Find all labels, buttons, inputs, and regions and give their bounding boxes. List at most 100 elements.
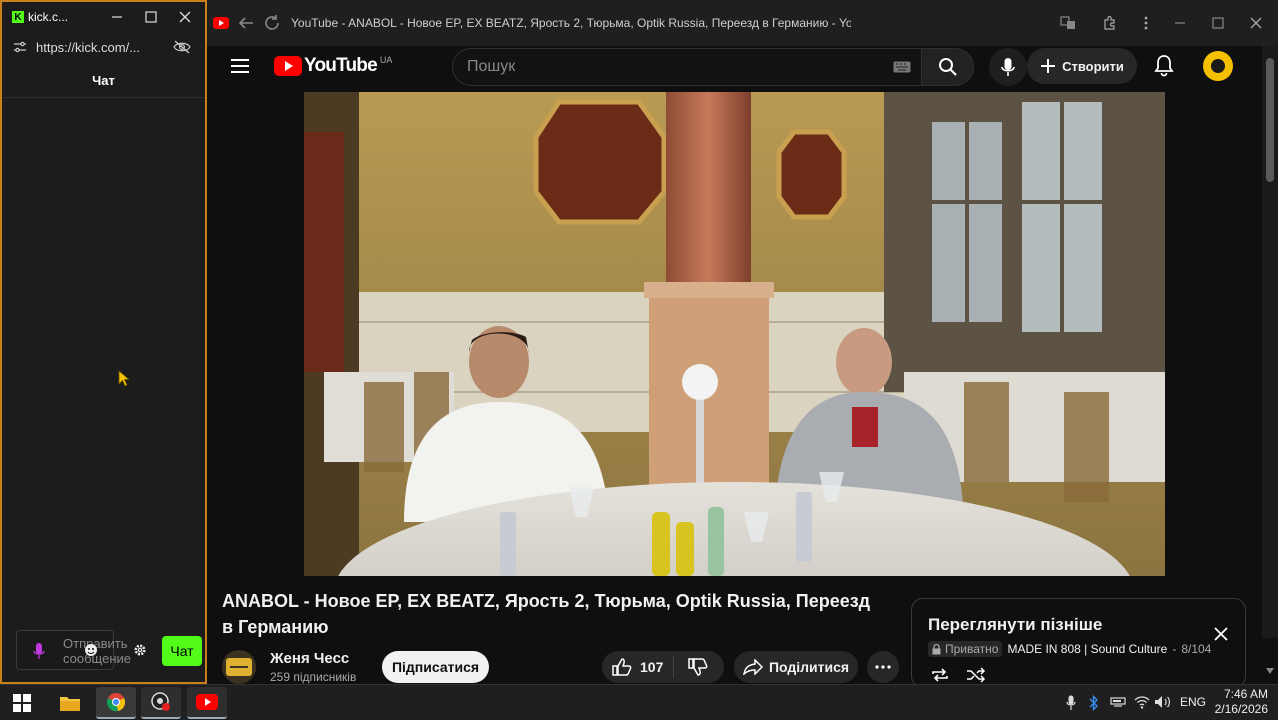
gear-icon[interactable] bbox=[133, 643, 147, 657]
like-count: 107 bbox=[640, 659, 664, 675]
obs-taskbar-button[interactable] bbox=[141, 687, 181, 719]
share-label: Поділитися bbox=[768, 659, 850, 675]
clock[interactable]: 7:46 AM 2/16/2026 bbox=[1206, 687, 1268, 717]
network-tray-icon[interactable] bbox=[1110, 696, 1126, 708]
close-icon[interactable] bbox=[1214, 627, 1228, 641]
loop-icon[interactable] bbox=[930, 667, 950, 683]
eye-off-icon[interactable] bbox=[173, 40, 191, 54]
voice-search-button[interactable] bbox=[989, 48, 1027, 86]
video-frame-image bbox=[304, 92, 1165, 576]
microphone-icon bbox=[1001, 58, 1015, 76]
more-menu-icon[interactable] bbox=[1144, 16, 1148, 30]
more-actions-button[interactable] bbox=[867, 651, 899, 683]
kick-popup-window: K kick.c... https://kick.com/... Чат Отп… bbox=[0, 0, 207, 684]
emoji-icon[interactable] bbox=[84, 643, 98, 657]
create-label: Створити bbox=[1062, 58, 1124, 74]
avatar-inner-icon bbox=[1211, 59, 1225, 73]
search-placeholder: Пошук bbox=[467, 58, 516, 75]
clock-date: 2/16/2026 bbox=[1214, 702, 1268, 716]
channel-logo-icon bbox=[226, 658, 252, 676]
private-badge: Приватно bbox=[928, 641, 1003, 657]
notifications-bell-icon[interactable] bbox=[1154, 54, 1174, 78]
youtube-logo-icon bbox=[274, 56, 302, 76]
input-language[interactable]: ENG bbox=[1180, 695, 1206, 709]
keyboard-icon[interactable] bbox=[893, 61, 911, 73]
video-title: ANABOL - Новое EP, EX BEATZ, Ярость 2, Т… bbox=[222, 591, 871, 637]
watch-later-panel: Переглянути пізніше Приватно MADE IN 808… bbox=[911, 598, 1246, 688]
share-icon bbox=[743, 659, 763, 675]
maximize-icon[interactable] bbox=[145, 11, 157, 23]
channel-row: Женя Чесс 259 підписників Підписатися 10… bbox=[222, 650, 902, 684]
search-input[interactable]: Пошук bbox=[452, 48, 922, 86]
subscriber-count: 259 підписників bbox=[270, 670, 357, 684]
scroll-down-arrow-icon[interactable] bbox=[1266, 668, 1274, 674]
channel-name[interactable]: Женя Чесс bbox=[270, 650, 349, 667]
mouse-cursor-icon bbox=[118, 370, 130, 387]
kick-address-bar[interactable]: https://kick.com/... bbox=[2, 32, 205, 62]
microphone-tray-icon[interactable] bbox=[1066, 695, 1076, 711]
bluetooth-icon[interactable] bbox=[1089, 695, 1099, 711]
microphone-icon[interactable] bbox=[33, 642, 45, 660]
minimize-icon[interactable] bbox=[1174, 17, 1186, 29]
youtube-icon bbox=[196, 694, 218, 710]
youtube-window: YouTube - ANABOL - Новое EP, EX BEATZ, Я… bbox=[207, 0, 1278, 688]
thumbs-down-icon bbox=[688, 658, 708, 676]
start-button[interactable] bbox=[2, 687, 42, 719]
back-arrow-icon[interactable] bbox=[237, 15, 255, 31]
site-settings-icon[interactable] bbox=[12, 40, 28, 54]
clock-time: 7:46 AM bbox=[1223, 687, 1268, 701]
create-button[interactable]: Створити bbox=[1027, 48, 1137, 84]
extensions-icon[interactable] bbox=[1102, 15, 1118, 31]
youtube-logo[interactable]: YouTube UA bbox=[274, 55, 392, 77]
lock-icon bbox=[932, 643, 941, 654]
chat-header: Чат bbox=[2, 64, 205, 98]
shuffle-icon[interactable] bbox=[966, 667, 986, 683]
close-icon[interactable] bbox=[1250, 17, 1262, 29]
translate-icon[interactable] bbox=[1060, 15, 1076, 31]
volume-icon[interactable] bbox=[1154, 695, 1172, 709]
plus-icon bbox=[1041, 59, 1056, 73]
reload-icon[interactable] bbox=[263, 14, 281, 32]
kick-url: https://kick.com/... bbox=[36, 39, 141, 55]
youtube-taskbar-button[interactable] bbox=[187, 687, 227, 719]
search-button[interactable] bbox=[922, 48, 974, 86]
chrome-icon bbox=[106, 693, 126, 712]
share-button[interactable]: Поділитися bbox=[734, 651, 858, 683]
windows-logo-icon bbox=[13, 694, 31, 712]
browser-titlebar: YouTube - ANABOL - Новое EP, EX BEATZ, Я… bbox=[207, 0, 1278, 46]
dislike-button[interactable] bbox=[674, 658, 722, 676]
search-icon bbox=[938, 58, 957, 76]
like-button[interactable]: 107 bbox=[602, 656, 674, 678]
logo-text: YouTube bbox=[304, 55, 378, 76]
send-chat-button[interactable]: Чат bbox=[162, 636, 202, 666]
playlist-owner[interactable]: MADE IN 808 | Sound Culture bbox=[1007, 642, 1167, 656]
logo-region: UA bbox=[379, 55, 393, 65]
kick-logo-icon: K bbox=[12, 11, 24, 23]
chat-message-input[interactable]: Отправить сообщение bbox=[16, 630, 131, 670]
file-explorer-taskbar-button[interactable] bbox=[50, 687, 90, 719]
youtube-tab-icon bbox=[213, 17, 229, 29]
subscribe-button[interactable]: Підписатися bbox=[382, 651, 489, 683]
wifi-icon[interactable] bbox=[1134, 695, 1150, 709]
maximize-icon[interactable] bbox=[1212, 17, 1224, 29]
video-player[interactable] bbox=[304, 92, 1165, 576]
youtube-masthead: YouTube UA Пошук Створити bbox=[207, 46, 1278, 638]
private-label: Приватно bbox=[945, 642, 999, 656]
channel-avatar[interactable] bbox=[222, 650, 256, 684]
avatar[interactable] bbox=[1203, 51, 1233, 81]
obs-record-icon bbox=[151, 692, 170, 711]
page-scrollbar[interactable] bbox=[1262, 46, 1278, 638]
thumbs-up-icon bbox=[612, 658, 632, 676]
taskbar: ENG 7:46 AM 2/16/2026 bbox=[0, 684, 1278, 720]
playlist-position: 8/104 bbox=[1181, 642, 1212, 656]
folder-icon bbox=[60, 697, 80, 711]
chrome-taskbar-button[interactable] bbox=[96, 687, 136, 719]
scrollbar-thumb[interactable] bbox=[1266, 58, 1274, 182]
kick-window-title: kick.c... bbox=[28, 10, 69, 24]
hamburger-menu-icon[interactable] bbox=[231, 58, 249, 74]
minimize-icon[interactable] bbox=[111, 11, 123, 23]
window-title: YouTube - ANABOL - Новое EP, EX BEATZ, Я… bbox=[291, 16, 851, 30]
close-icon[interactable] bbox=[179, 11, 191, 23]
playlist-title[interactable]: Переглянути пізніше bbox=[928, 615, 1102, 635]
playlist-meta: Приватно MADE IN 808 | Sound Culture - 8… bbox=[928, 640, 1211, 658]
